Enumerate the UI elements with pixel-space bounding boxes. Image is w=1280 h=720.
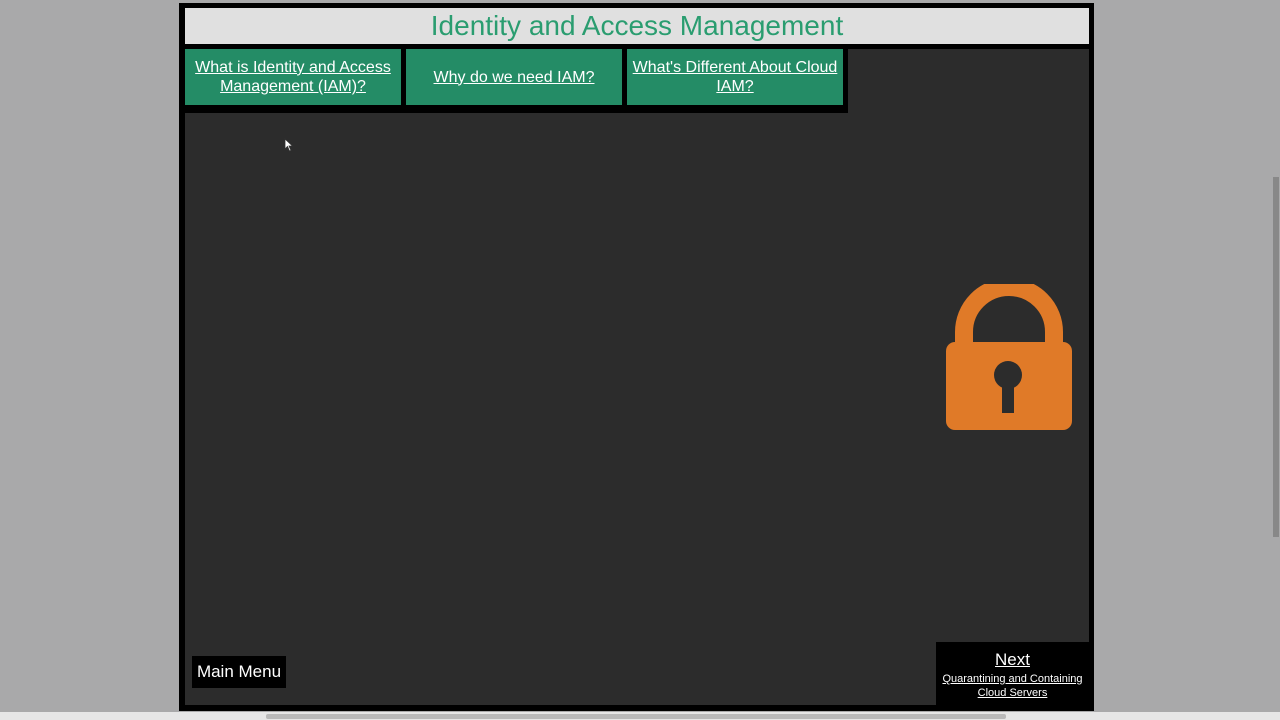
next-label[interactable]: Next [936,651,1089,668]
course-frame: Identity and Access Management What is I… [179,3,1094,711]
content-area: What is Identity and Access Management (… [185,49,1089,705]
tab-cloud-iam-difference[interactable]: What's Different About Cloud IAM? [627,49,843,105]
main-menu-button[interactable]: Main Menu [192,656,286,688]
vertical-scrollbar-thumb[interactable] [1273,177,1279,537]
horizontal-scrollbar-thumb[interactable] [266,714,1006,719]
topic-tabs: What is Identity and Access Management (… [185,49,848,113]
tab-why-need-iam[interactable]: Why do we need IAM? [406,49,622,105]
tab-what-is-iam[interactable]: What is Identity and Access Management (… [185,49,401,105]
padlock-icon [946,284,1072,430]
next-button[interactable]: Next Quarantining and Containing Cloud S… [936,642,1089,705]
page-title: Identity and Access Management [185,8,1089,44]
mouse-cursor-icon [284,138,294,152]
next-topic-link[interactable]: Quarantining and Containing Cloud Server… [936,672,1089,700]
